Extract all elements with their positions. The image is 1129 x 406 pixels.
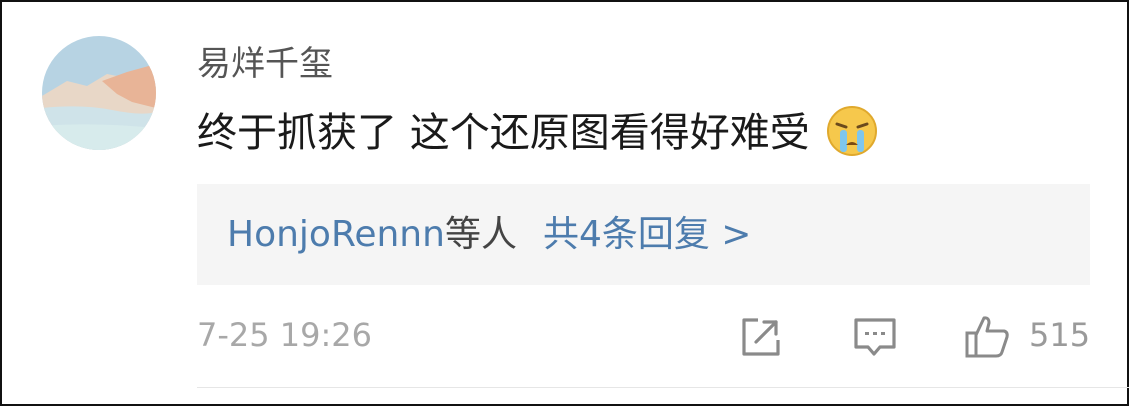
comment-icon[interactable] [852, 314, 898, 360]
reply-summary[interactable]: HonjoRennn等人 共4条回复 > [197, 184, 1090, 285]
reply-summary-text[interactable]: HonjoRennn等人 共4条回复 > [227, 212, 751, 258]
reply-suffix: 等人 [444, 214, 517, 255]
divider [197, 387, 1129, 388]
comment-card: 易烊千玺 终于抓获了 这个还原图看得好难受 HonjoRennn等人 共4条回复 … [0, 0, 1129, 406]
username[interactable]: 易烊千玺 [197, 44, 333, 84]
reply-count-link[interactable]: 共4条回复 > [543, 214, 752, 255]
avatar[interactable] [42, 36, 156, 150]
comment-text: 终于抓获了 这个还原图看得好难受 [197, 105, 878, 161]
comment-time: 7-25 19:26 [197, 316, 373, 354]
crying-face-icon [826, 105, 878, 157]
like-icon[interactable] [964, 314, 1010, 360]
reply-user-link[interactable]: HonjoRennn [227, 214, 445, 255]
like-count: 515 [1029, 316, 1091, 354]
share-icon[interactable] [738, 314, 784, 360]
comment-body: 终于抓获了 这个还原图看得好难受 [197, 110, 810, 156]
